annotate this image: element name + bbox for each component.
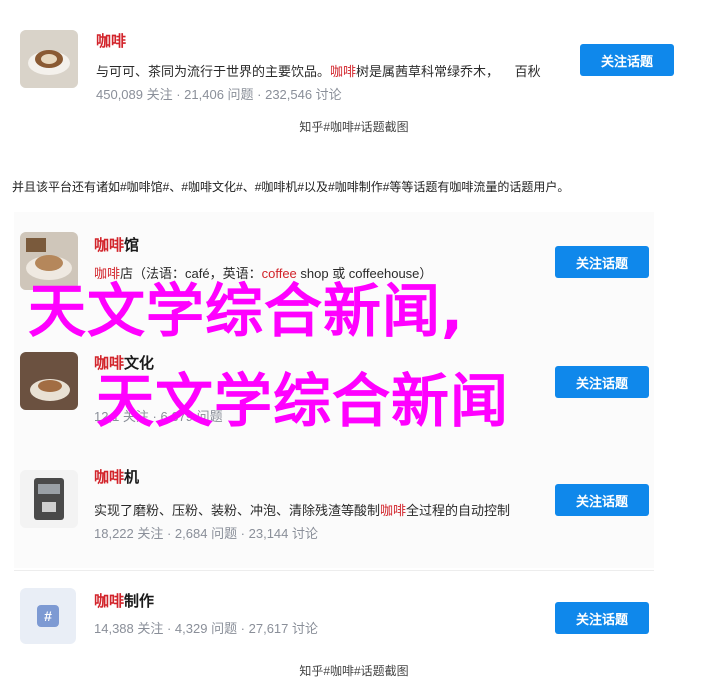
watermark-text-line2: 天文学综合新闻 (96, 367, 510, 435)
topic-card-coffee-making: # 咖啡制作 14,388 关注 · 4,329 问题 · 27,617 讨论 … (14, 580, 654, 650)
follow-topic-button[interactable]: 关注话题 (555, 246, 649, 278)
topic-title[interactable]: 咖啡馆 (94, 234, 139, 255)
divider (14, 570, 654, 571)
screenshot-caption: 知乎#咖啡#话题截图 (299, 120, 409, 134)
topic-title[interactable]: 咖啡机 (94, 466, 139, 487)
body-paragraph: 并且该平台还有诸如#咖啡馆#、#咖啡文化#、#咖啡机#以及#咖啡制作#等等话题有… (12, 180, 570, 194)
coffee-topic-thumbnail[interactable] (20, 30, 78, 88)
follow-topic-button[interactable]: 关注话题 (555, 484, 649, 516)
topic-stats: 18,222 关注 · 2,684 问题 · 23,144 讨论 (94, 526, 318, 541)
topic-card-coffee-machine: 咖啡机 实现了磨粉、压粉、装粉、冲泡、清除残渣等酸制咖啡全过程的自动控制 18,… (14, 460, 654, 550)
topic-stats: 450,089 关注 · 21,406 问题 · 232,546 讨论 (96, 87, 342, 102)
coffee-machine-thumbnail[interactable] (20, 470, 78, 528)
follow-topic-button[interactable]: 关注话题 (555, 366, 649, 398)
topic-stats: 14,388 关注 · 4,329 问题 · 27,617 讨论 (94, 621, 318, 636)
topic-title[interactable]: 咖啡 (96, 30, 126, 51)
topic-card-coffee: 咖啡 与可可、茶同为流行于世界的主要饮品。咖啡树是属茜草科常绿乔木， 百秋 45… (0, 20, 708, 110)
topic-description: 实现了磨粉、压粉、装粉、冲泡、清除残渣等酸制咖啡全过程的自动控制 (94, 503, 511, 518)
watermark-text-line1: 天文学综合新闻, (28, 277, 465, 345)
follow-topic-button[interactable]: 关注话题 (580, 44, 674, 76)
topic-description: 与可可、茶同为流行于世界的主要饮品。咖啡树是属茜草科常绿乔木， 百秋 (96, 64, 541, 79)
hashtag-icon[interactable]: # (20, 588, 76, 644)
screenshot-caption: 知乎#咖啡#话题截图 (299, 664, 409, 678)
topic-title[interactable]: 咖啡制作 (94, 590, 154, 611)
coffee-culture-thumbnail[interactable] (20, 352, 78, 410)
follow-topic-button[interactable]: 关注话题 (555, 602, 649, 634)
